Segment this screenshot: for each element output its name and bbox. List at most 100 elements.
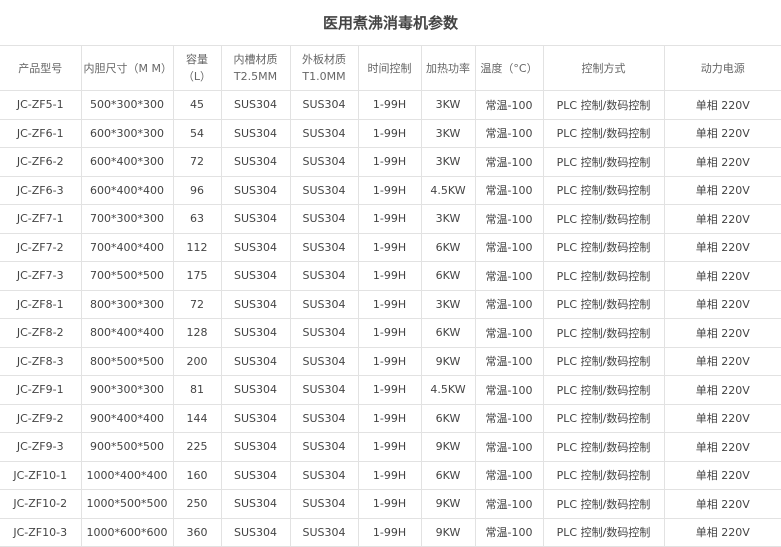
cell-model: JC-ZF9-1 [0,375,82,405]
table-row: JC-ZF9-3 900*500*500 225 SUS304 SUS304 1-99H 9… [0,432,781,462]
cell-temperature: 常温-100 [474,261,544,291]
cell-temperature: 常温-100 [474,90,544,120]
cell-time-control: 1-99H [357,204,422,234]
cell-inner-size: 600*400*300 [80,147,174,177]
header-row: 产品型号 内胆尺寸（M M） 容量（L） 内槽材质 T2.5MM 外板材质 T1… [0,45,781,91]
cell-time-control: 1-99H [357,403,422,433]
cell-capacity: 128 [172,318,222,348]
cell-model: JC-ZF9-2 [0,403,82,433]
cell-model: JC-ZF10-1 [0,460,82,490]
cell-control-mode: PLC 控制/数码控制 [542,375,665,405]
cell-outer-material: SUS304 [289,375,359,405]
cell-control-mode: PLC 控制/数码控制 [542,289,665,319]
cell-outer-material: SUS304 [289,261,359,291]
cell-model: JC-ZF6-1 [0,118,82,148]
cell-outer-material: SUS304 [289,118,359,148]
cell-heating-power: 4.5KW [420,375,476,405]
header-control-mode: 控制方式 [542,45,665,91]
header-time-control: 时间控制 [357,45,422,91]
cell-outer-material: SUS304 [289,489,359,519]
cell-capacity: 360 [172,517,222,547]
header-inner-material: 内槽材质 T2.5MM [220,45,291,91]
spec-sheet: 医用煮沸消毒机参数 产品型号 内胆尺寸（M M） 容量（L） 内槽材质 T2.5… [0,0,781,547]
cell-control-mode: PLC 控制/数码控制 [542,403,665,433]
table-row: JC-ZF7-1 700*300*300 63 SUS304 SUS304 1-99H 3K… [0,204,781,234]
cell-control-mode: PLC 控制/数码控制 [542,346,665,376]
cell-temperature: 常温-100 [474,289,544,319]
cell-model: JC-ZF7-3 [0,261,82,291]
table-row: JC-ZF5-1 500*300*300 45 SUS304 SUS304 1-99H 3K… [0,90,781,120]
cell-control-mode: PLC 控制/数码控制 [542,517,665,547]
cell-inner-material: SUS304 [220,346,291,376]
cell-power-supply: 单相 220V [663,318,781,348]
cell-capacity: 250 [172,489,222,519]
cell-heating-power: 3KW [420,204,476,234]
cell-time-control: 1-99H [357,318,422,348]
cell-heating-power: 6KW [420,460,476,490]
cell-heating-power: 4.5KW [420,175,476,205]
cell-control-mode: PLC 控制/数码控制 [542,118,665,148]
table-row: JC-ZF7-3 700*500*500 175 SUS304 SUS304 1-99H 6… [0,261,781,291]
cell-model: JC-ZF5-1 [0,90,82,120]
cell-model: JC-ZF8-3 [0,346,82,376]
cell-power-supply: 单相 220V [663,403,781,433]
cell-time-control: 1-99H [357,375,422,405]
cell-heating-power: 3KW [420,118,476,148]
cell-heating-power: 9KW [420,517,476,547]
cell-time-control: 1-99H [357,147,422,177]
table-row: JC-ZF10-2 1000*500*500 250 SUS304 SUS304 1-99… [0,489,781,519]
cell-capacity: 63 [172,204,222,234]
cell-model: JC-ZF9-3 [0,432,82,462]
cell-power-supply: 单相 220V [663,460,781,490]
cell-heating-power: 3KW [420,147,476,177]
table-row: JC-ZF8-2 800*400*400 128 SUS304 SUS304 1-99H 6… [0,318,781,348]
cell-control-mode: PLC 控制/数码控制 [542,432,665,462]
cell-power-supply: 单相 220V [663,118,781,148]
cell-heating-power: 3KW [420,289,476,319]
header-model: 产品型号 [0,45,82,91]
cell-temperature: 常温-100 [474,175,544,205]
table-row: JC-ZF9-1 900*300*300 81 SUS304 SUS304 1-99H 4.… [0,375,781,405]
cell-temperature: 常温-100 [474,118,544,148]
cell-inner-size: 800*300*300 [80,289,174,319]
cell-power-supply: 单相 220V [663,432,781,462]
cell-inner-size: 900*300*300 [80,375,174,405]
header-heating-power: 加热功率 [420,45,476,91]
cell-capacity: 81 [172,375,222,405]
cell-power-supply: 单相 220V [663,375,781,405]
cell-inner-material: SUS304 [220,460,291,490]
cell-capacity: 72 [172,147,222,177]
table-row: JC-ZF6-2 600*400*300 72 SUS304 SUS304 1-99H 3K… [0,147,781,177]
cell-inner-size: 500*300*300 [80,90,174,120]
cell-inner-size: 1000*400*400 [80,460,174,490]
cell-inner-material: SUS304 [220,489,291,519]
cell-inner-size: 1000*500*500 [80,489,174,519]
cell-temperature: 常温-100 [474,375,544,405]
cell-inner-material: SUS304 [220,375,291,405]
table-row: JC-ZF6-1 600*300*300 54 SUS304 SUS304 1-99H 3K… [0,118,781,148]
cell-time-control: 1-99H [357,232,422,262]
cell-inner-material: SUS304 [220,289,291,319]
cell-heating-power: 3KW [420,90,476,120]
cell-power-supply: 单相 220V [663,90,781,120]
header-temperature: 温度（°C） [474,45,544,91]
cell-outer-material: SUS304 [289,403,359,433]
cell-time-control: 1-99H [357,118,422,148]
header-outer-material: 外板材质 T1.0MM [289,45,359,91]
cell-capacity: 200 [172,346,222,376]
cell-temperature: 常温-100 [474,232,544,262]
cell-time-control: 1-99H [357,489,422,519]
cell-model: JC-ZF6-2 [0,147,82,177]
cell-control-mode: PLC 控制/数码控制 [542,489,665,519]
cell-heating-power: 6KW [420,318,476,348]
cell-control-mode: PLC 控制/数码控制 [542,147,665,177]
cell-time-control: 1-99H [357,346,422,376]
cell-time-control: 1-99H [357,460,422,490]
cell-inner-material: SUS304 [220,118,291,148]
cell-heating-power: 9KW [420,489,476,519]
table-row: JC-ZF7-2 700*400*400 112 SUS304 SUS304 1-99H 6… [0,232,781,262]
cell-temperature: 常温-100 [474,318,544,348]
cell-inner-size: 900*400*400 [80,403,174,433]
cell-inner-size: 700*300*300 [80,204,174,234]
cell-outer-material: SUS304 [289,432,359,462]
